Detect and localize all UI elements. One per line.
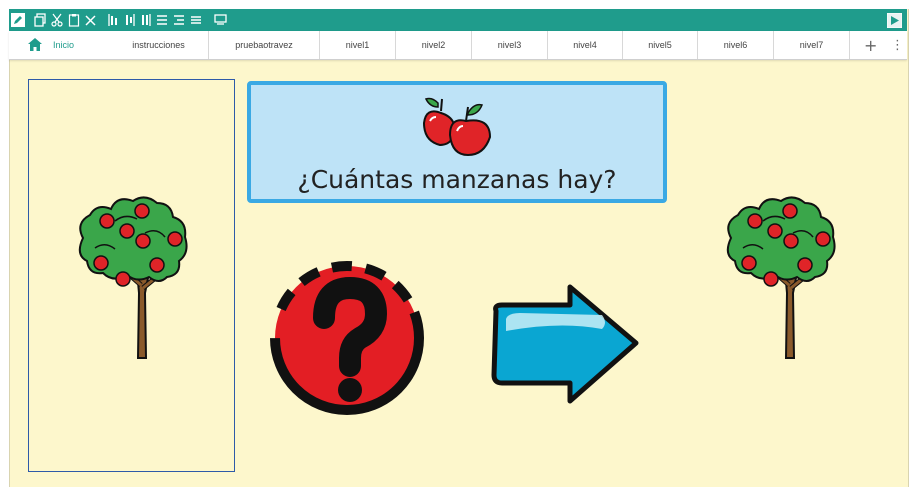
add-tab-button[interactable]: + [864, 31, 877, 59]
apples-icon [422, 97, 492, 157]
tab-menu-button[interactable]: ⋮ [891, 31, 904, 59]
question-text: ¿Cuántas manzanas hay? [297, 165, 617, 194]
question-cell[interactable]: ¿Cuántas manzanas hay? [247, 81, 667, 203]
paste-icon[interactable] [68, 12, 80, 28]
align-center-icon[interactable] [124, 12, 136, 28]
tab-nivel5[interactable]: nivel5 [623, 31, 698, 59]
tab-nivel1[interactable]: nivel1 [320, 31, 396, 59]
cut-icon[interactable] [51, 12, 63, 28]
tab-inicio[interactable]: Inicio [53, 31, 109, 59]
align-right-icon[interactable] [140, 12, 152, 28]
distribute-menu-icon[interactable] [190, 12, 202, 28]
distribute-vertical-icon[interactable] [156, 12, 168, 28]
edit-toolbar [9, 9, 907, 31]
play-icon[interactable] [887, 12, 902, 28]
arrow-right-icon [491, 284, 639, 404]
delete-icon[interactable] [85, 12, 96, 28]
copy-icon[interactable] [34, 12, 46, 28]
question-mark-icon [270, 261, 424, 415]
tab-instrucciones[interactable]: instrucciones [109, 31, 209, 59]
edit-icon[interactable] [11, 12, 25, 28]
tab-nivel2[interactable]: nivel2 [396, 31, 472, 59]
tab-nivel4[interactable]: nivel4 [548, 31, 623, 59]
page-tabs: Inicio instrucciones pruebaotravez nivel… [9, 31, 907, 60]
align-left-icon[interactable] [108, 12, 120, 28]
apple-tree-icon [726, 196, 836, 359]
tab-nivel6[interactable]: nivel6 [698, 31, 774, 59]
tab-pruebaotravez[interactable]: pruebaotravez [209, 31, 320, 59]
presentation-icon[interactable] [214, 12, 227, 28]
apple-tree-icon [78, 196, 188, 359]
tab-nivel3[interactable]: nivel3 [472, 31, 548, 59]
home-icon[interactable] [28, 38, 42, 51]
distribute-horizontal-icon[interactable] [173, 12, 185, 28]
tab-nivel7[interactable]: nivel7 [774, 31, 850, 59]
